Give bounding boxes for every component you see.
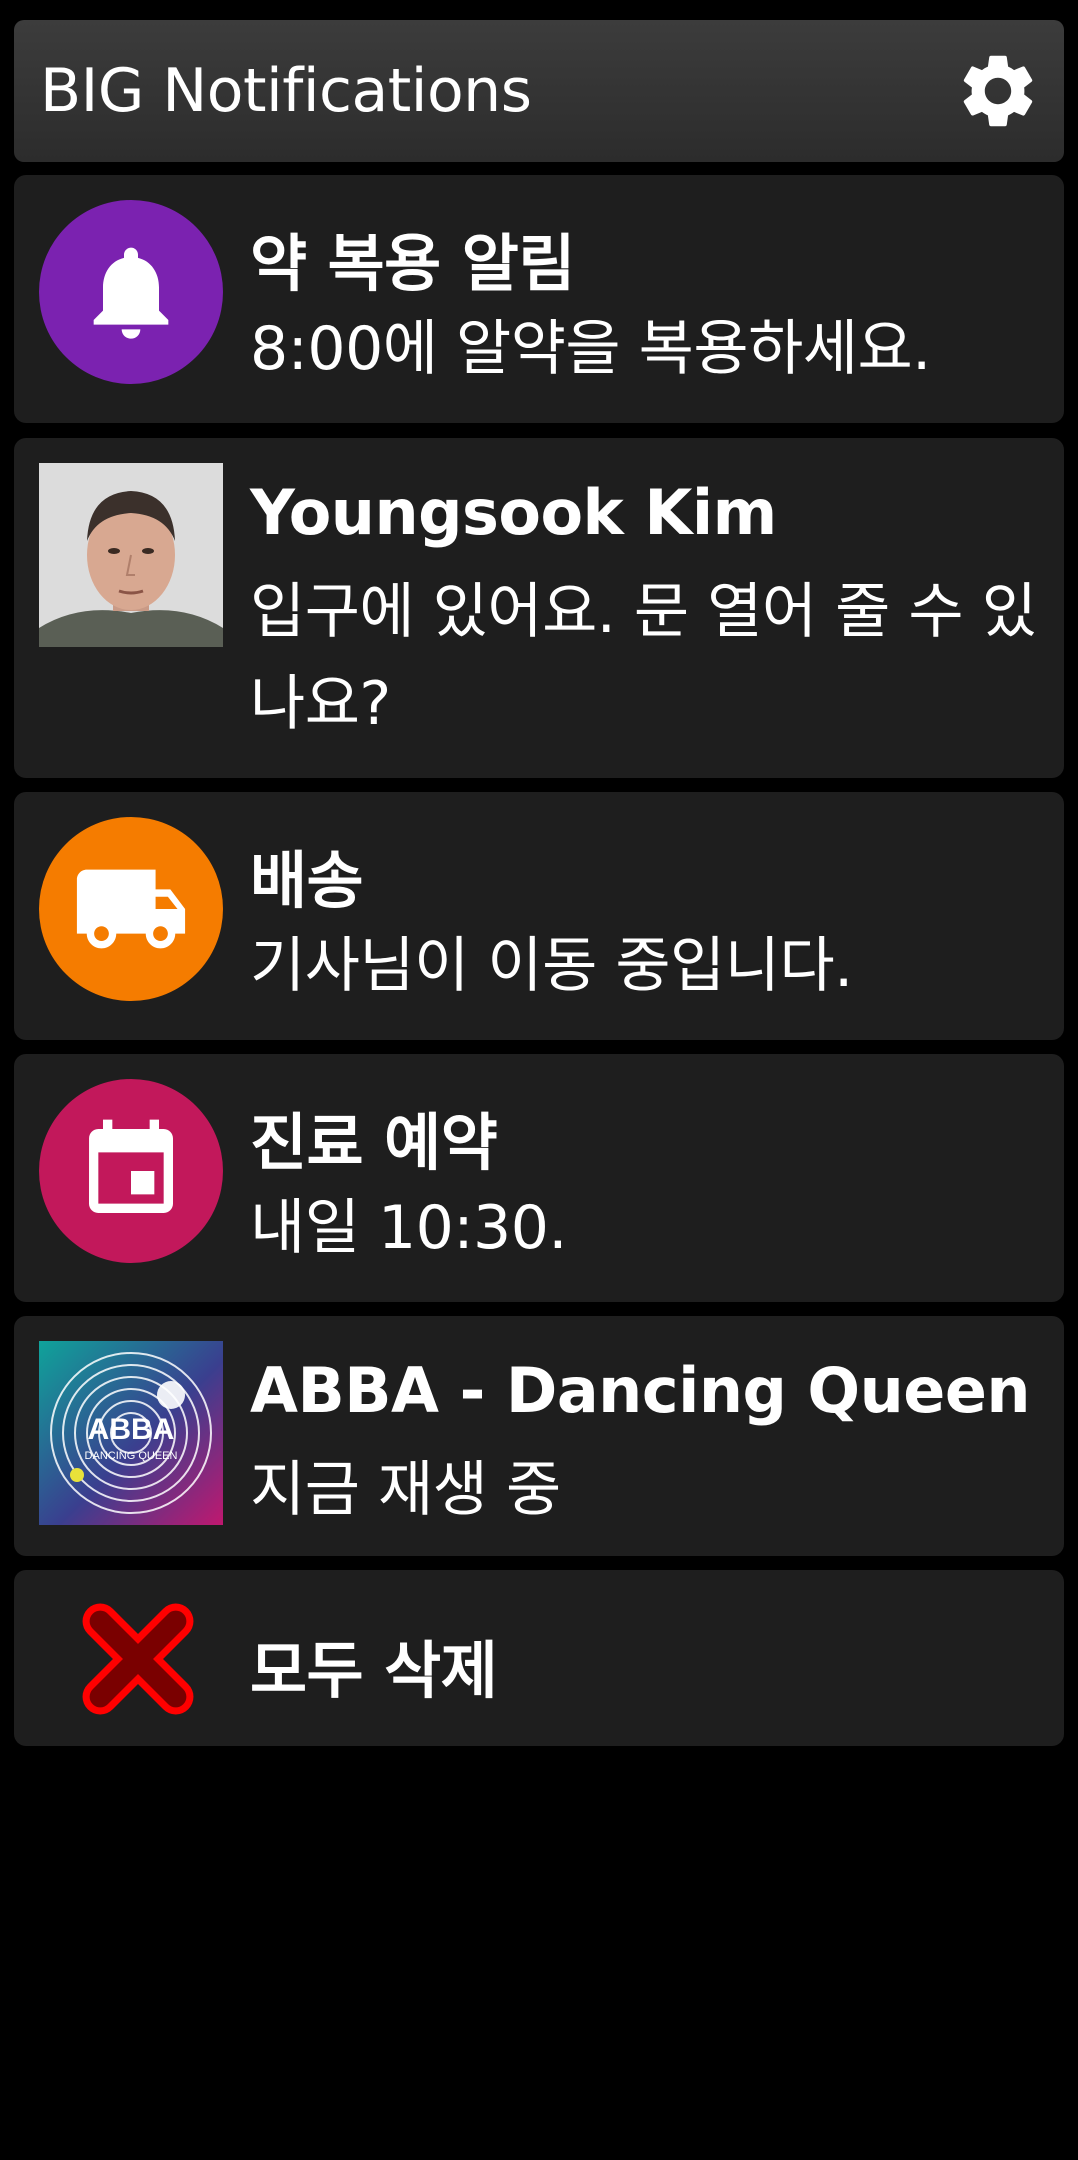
app-title: BIG Notifications bbox=[40, 56, 532, 126]
truck-icon bbox=[76, 869, 186, 949]
calendar-icon-circle bbox=[39, 1079, 223, 1263]
notification-card[interactable]: Youngsook Kim 입구에 있어요. 문 열어 줄 수 있나요? bbox=[14, 438, 1064, 778]
notification-body: 입구에 있어요. 문 열어 줄 수 있나요? bbox=[250, 577, 1037, 739]
notification-body: 8:00에 알약을 복용하세요. bbox=[250, 314, 931, 384]
clear-all-label: 모두 삭제 bbox=[250, 1634, 498, 1707]
clear-all-icon bbox=[79, 1600, 197, 1718]
calendar-icon bbox=[89, 1119, 173, 1213]
bell-icon bbox=[93, 247, 169, 339]
app-header: BIG Notifications bbox=[14, 20, 1064, 162]
settings-button[interactable] bbox=[954, 47, 1042, 135]
notification-body: 기사님이 이동 중입니다. bbox=[250, 931, 853, 1001]
truck-icon-circle bbox=[39, 817, 223, 1001]
avatar bbox=[39, 463, 223, 647]
svg-text:ABBA: ABBA bbox=[88, 1413, 175, 1446]
notification-body: 지금 재생 중 bbox=[250, 1455, 561, 1525]
notification-card[interactable]: 진료 예약 내일 10:30. bbox=[14, 1054, 1064, 1302]
notification-title: 배송 bbox=[250, 844, 364, 917]
notification-card[interactable]: ABBA DANCING QUEEN ABBA - Dancing Queen … bbox=[14, 1316, 1064, 1556]
notification-title: 약 복용 알림 bbox=[250, 227, 575, 300]
bell-icon-circle bbox=[39, 200, 223, 384]
notification-title: 진료 예약 bbox=[250, 1106, 498, 1179]
album-art: ABBA DANCING QUEEN bbox=[39, 1341, 223, 1525]
gear-icon bbox=[963, 55, 1033, 127]
notification-card[interactable]: 약 복용 알림 8:00에 알약을 복용하세요. bbox=[14, 175, 1064, 423]
notification-card[interactable]: 배송 기사님이 이동 중입니다. bbox=[14, 792, 1064, 1040]
notification-title: ABBA - Dancing Queen bbox=[250, 1354, 1031, 1427]
notification-title: Youngsook Kim bbox=[250, 476, 777, 549]
notification-body: 내일 10:30. bbox=[250, 1193, 567, 1263]
clear-all-button[interactable]: 모두 삭제 bbox=[14, 1570, 1064, 1746]
svg-text:DANCING QUEEN: DANCING QUEEN bbox=[85, 1450, 178, 1462]
